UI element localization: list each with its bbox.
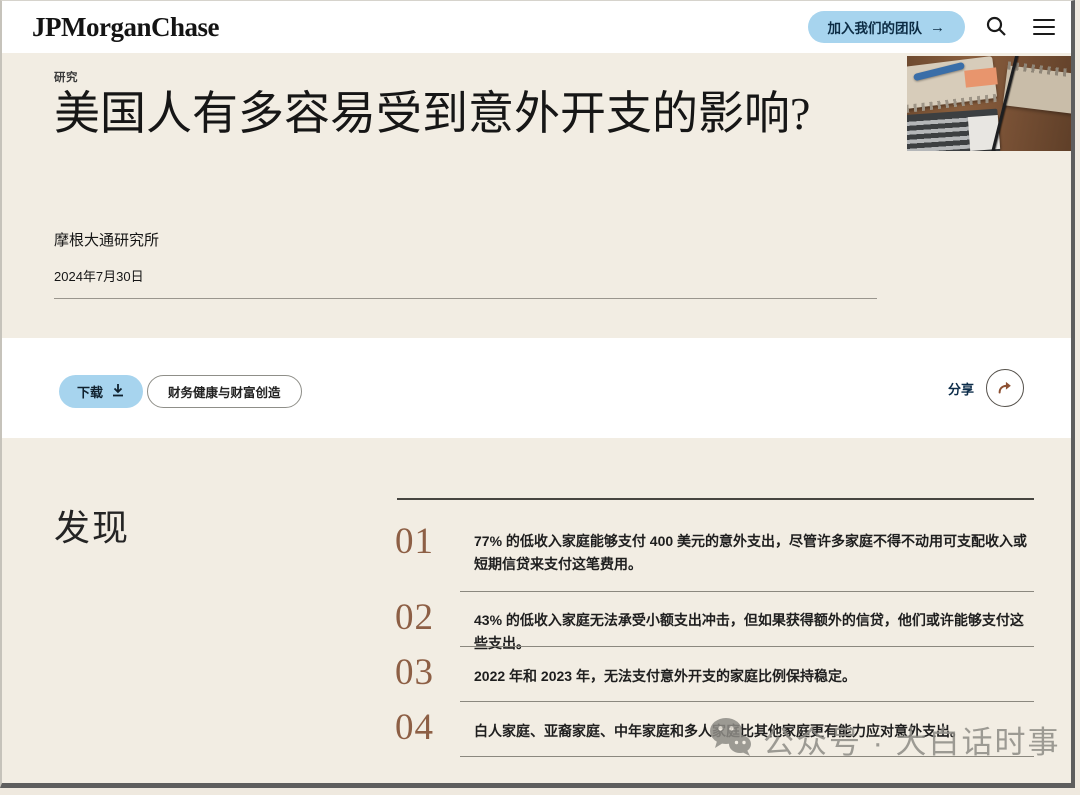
search-button[interactable]: [979, 10, 1013, 44]
finding-divider-3: [460, 701, 1034, 702]
publish-date: 2024年7月30日: [54, 266, 144, 285]
topic-tag-label: 财务健康与财富创造: [168, 382, 281, 401]
join-team-label: 加入我们的团队: [828, 17, 923, 37]
download-button[interactable]: 下载: [59, 375, 143, 408]
menu-button[interactable]: [1027, 10, 1061, 44]
hero-image: [907, 56, 1071, 151]
download-label: 下载: [77, 382, 103, 401]
findings-top-rule: [397, 498, 1034, 500]
hero-divider: [54, 298, 877, 299]
category-label: 研究: [54, 69, 78, 85]
download-icon: [111, 383, 125, 400]
page: JPMorganChase 加入我们的团队 →: [0, 0, 1080, 795]
finding-text-4: 白人家庭、亚裔家庭、中年家庭和多人家庭比其他家庭更有能力应对意外支出。: [474, 720, 1032, 743]
jpmorganchase-logo[interactable]: JPMorganChase: [32, 12, 219, 43]
share-icon: [986, 369, 1024, 407]
share-control[interactable]: 分享: [948, 369, 1024, 407]
finding-text-1: 77% 的低收入家庭能够支付 400 美元的意外支出，尽管许多家庭不得不动用可支…: [474, 530, 1032, 576]
arrow-right-icon: →: [930, 19, 945, 36]
findings-heading: 发现: [54, 499, 130, 551]
findings-section: 发现 01 77% 的低收入家庭能够支付 400 美元的意外支出，尽管许多家庭不…: [2, 438, 1071, 783]
search-icon: [984, 14, 1008, 41]
action-toolbar: 下载 财务健康与财富创造 分享: [2, 338, 1071, 438]
finding-number-3: 03: [395, 654, 434, 691]
hero-section: 研究 美国人有多容易受到意外开支的影响? 摩根大通研究所 2024年7月30日: [2, 53, 1071, 338]
sticky-note-image-element: [964, 67, 998, 87]
finding-number-1: 01: [395, 523, 434, 560]
topic-tag-financial-health[interactable]: 财务健康与财富创造: [147, 375, 302, 408]
page-title: 美国人有多容易受到意外开支的影响?: [54, 86, 814, 141]
hamburger-icon: [1033, 19, 1055, 36]
finding-text-3: 2022 年和 2023 年，无法支付意外开支的家庭比例保持稳定。: [474, 665, 1032, 688]
finding-divider-1: [460, 591, 1034, 592]
share-label: 分享: [948, 379, 974, 398]
finding-number-2: 02: [395, 599, 434, 636]
finding-text-2: 43% 的低收入家庭无法承受小额支出冲击，但如果获得额外的信贷，他们或许能够支付…: [474, 609, 1032, 655]
header: JPMorganChase 加入我们的团队 →: [2, 1, 1071, 53]
browser-content: JPMorganChase 加入我们的团队 →: [0, 0, 1075, 788]
finding-divider-2: [460, 646, 1034, 647]
finding-number-4: 04: [395, 709, 434, 746]
author-byline: 摩根大通研究所: [54, 229, 159, 250]
join-team-button[interactable]: 加入我们的团队 →: [808, 11, 966, 43]
finding-divider-4: [460, 756, 1034, 757]
